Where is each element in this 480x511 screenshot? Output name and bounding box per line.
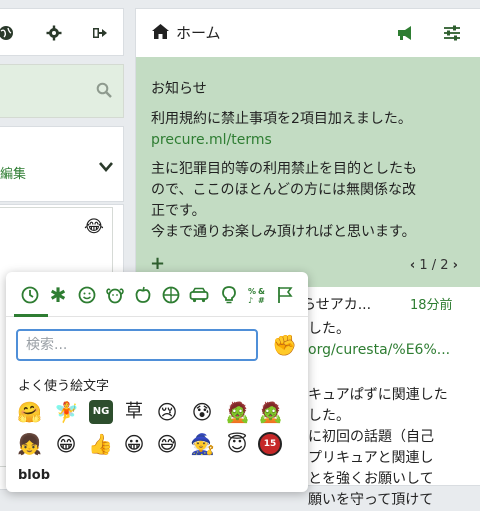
home-column-title: ホーム [176, 24, 221, 42]
travel-category-icon[interactable] [188, 284, 210, 306]
pager-text: 1 / 2 [419, 258, 449, 273]
people-category-icon[interactable] [76, 284, 98, 306]
status-time[interactable]: 18分前 [410, 295, 453, 316]
emoji-item[interactable]: 😇 [225, 432, 249, 456]
objects-category-icon[interactable] [218, 284, 240, 306]
chevron-down-icon[interactable] [99, 157, 113, 176]
status-link[interactable]: org/curesta/%E6%... [308, 340, 450, 361]
status-text: プリキュアと関連し [308, 450, 434, 466]
flags-category-icon[interactable] [274, 284, 296, 306]
announcement-body-line: 今まで通りお楽しみ頂ければと思います。 [151, 224, 416, 240]
announcement-heading: お知らせ [151, 81, 207, 97]
emoji-category-bar: ✱ % & ♪ # [6, 272, 308, 317]
announcement-panel: お知らせ 利用規約に禁止事項を2項目加えました。 precure.ml/term… [136, 57, 480, 287]
globe-icon[interactable] [0, 23, 16, 43]
announcement-body-line: ので、ここのほとんどの方には無関係な改 [151, 182, 417, 198]
column-settings-icon[interactable] [444, 25, 460, 45]
symbols-category-icon[interactable]: % & ♪ # [246, 284, 268, 306]
gear-icon[interactable] [44, 23, 64, 43]
emoji-item[interactable]: 😰 [190, 400, 214, 424]
status-text: した。 [308, 408, 350, 424]
announcement-link[interactable]: precure.ml/terms [151, 130, 272, 151]
emoji-item[interactable]: 15 [258, 432, 282, 456]
home-icon [152, 24, 169, 43]
status-text: とを強くお願いして [308, 471, 434, 487]
emoji-item[interactable]: 🧟 [225, 400, 250, 424]
chevron-right-icon[interactable]: › [453, 258, 458, 273]
activity-category-icon[interactable] [160, 284, 182, 306]
emoji-search-input[interactable] [16, 329, 258, 361]
food-category-icon[interactable] [132, 284, 154, 306]
announcement-body-line: 正です。 [151, 203, 206, 219]
frequent-emoji-heading: よく使う絵文字 [18, 379, 110, 394]
emoji-item[interactable]: 🧙 [190, 432, 215, 456]
status-text: した。 [308, 321, 350, 337]
active-category-indicator [14, 314, 48, 317]
home-column-header: ホーム [136, 9, 480, 58]
skin-tone-selector[interactable]: ✊ [272, 333, 297, 357]
status-text: キュアぱずに関連した [308, 387, 448, 403]
nature-category-icon[interactable] [104, 284, 126, 306]
custom-emoji-heading: blob [18, 468, 50, 483]
svg-text:♪: ♪ [248, 296, 253, 304]
custom-category-icon[interactable]: ✱ [47, 283, 69, 307]
compose-options-panel: 編集 [0, 126, 124, 202]
emoji-item[interactable]: 👍 [88, 432, 113, 456]
logout-icon[interactable] [90, 23, 110, 43]
left-nav-bar [0, 8, 124, 56]
announcement-pager: ‹ 1 / 2 › [410, 255, 458, 276]
emoji-item[interactable]: 🤗 [17, 400, 42, 424]
announcement-line: 利用規約に禁止事項を2項目加えました。 [151, 111, 412, 127]
status-text: 願いを守って頂けて [308, 492, 434, 508]
left-search-bar[interactable] [0, 64, 124, 118]
recent-category-icon[interactable] [19, 284, 41, 306]
emoji-button-icon[interactable]: 😂 [84, 217, 104, 237]
emoji-picker: ✱ %&♪# ✊ よく使う絵文字 🤗 🧚 NG 草 😢 � [6, 272, 308, 492]
status-text: に初回の話題（自己 [308, 429, 434, 445]
announcement-icon[interactable] [396, 25, 414, 45]
emoji-item[interactable]: NG [89, 400, 113, 424]
add-reaction-button[interactable]: + [150, 253, 165, 274]
emoji-item[interactable]: 👧 [17, 432, 42, 456]
edit-label[interactable]: 編集 [0, 163, 26, 182]
emoji-item[interactable]: 🧚 [54, 400, 79, 424]
search-icon[interactable] [96, 82, 112, 102]
svg-text:#: # [258, 296, 265, 304]
emoji-item[interactable]: 😀 [122, 432, 146, 456]
svg-text:&: & [258, 287, 265, 296]
svg-text:%: % [248, 287, 256, 296]
emoji-item[interactable]: 😢 [155, 400, 179, 424]
emoji-item[interactable]: 🧟 [258, 400, 283, 424]
emoji-item[interactable]: 😁 [54, 432, 78, 456]
chevron-left-icon[interactable]: ‹ [410, 258, 415, 273]
announcement-body-line: 主に犯罪目的等の利用禁止を目的としたも [151, 161, 417, 177]
emoji-item[interactable]: 草 [122, 400, 146, 424]
emoji-item[interactable]: 😅 [155, 432, 179, 456]
